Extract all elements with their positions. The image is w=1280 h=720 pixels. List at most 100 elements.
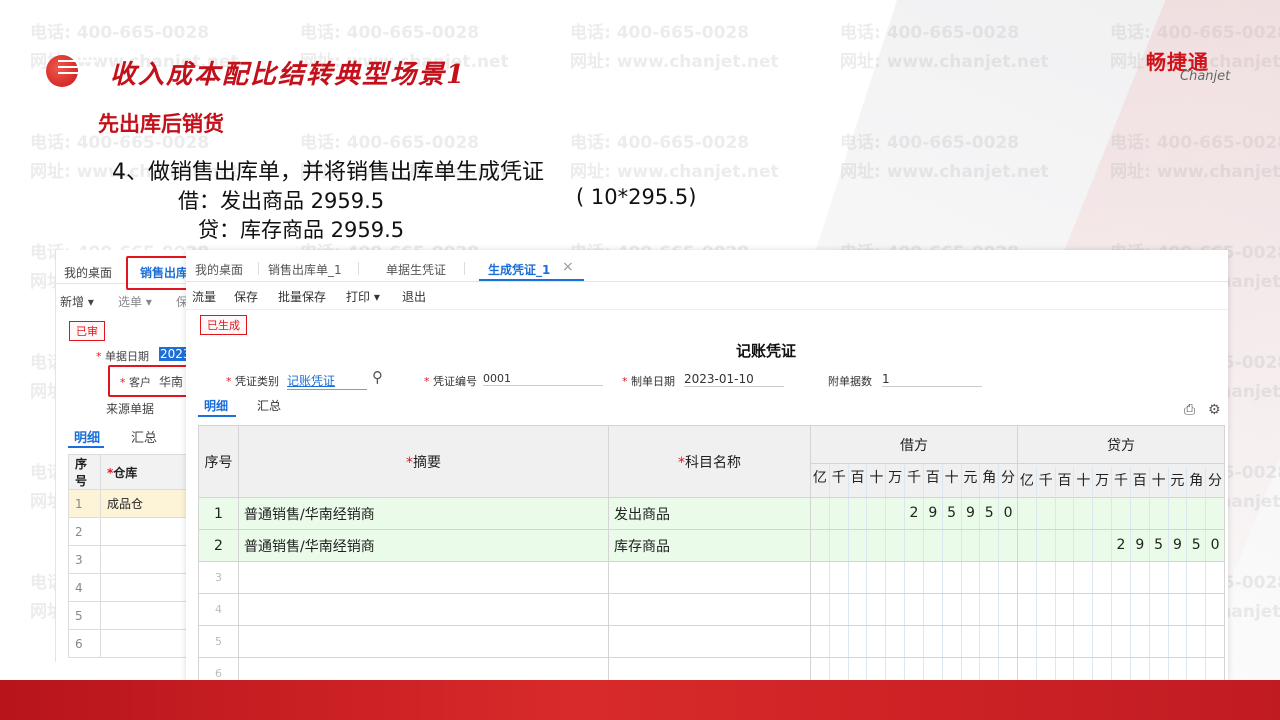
bg-table-row[interactable]: 2 <box>68 517 188 546</box>
bg-customer-value[interactable]: 华南 <box>159 373 183 390</box>
debit-digit <box>811 594 830 625</box>
voucher-row[interactable]: 3 <box>198 561 1225 594</box>
bg-subtab-summary[interactable]: 汇总 <box>131 427 157 446</box>
save-button[interactable]: 保存 <box>234 288 258 305</box>
voucher-date-input[interactable]: 2023-01-10 <box>684 372 784 387</box>
bg-table-row[interactable]: 1 成品仓 <box>68 489 188 518</box>
exit-button[interactable]: 退出 <box>402 288 426 305</box>
voucher-grid: 序号 *摘要 *科目名称 借方 贷方 亿千百十万千百十元角分 亿千百十万千百十元… <box>198 425 1225 682</box>
bg-row-warehouse[interactable] <box>100 629 188 658</box>
attachment-count-input[interactable]: 1 <box>882 372 982 387</box>
bg-row-warehouse[interactable] <box>100 517 188 546</box>
bg-row-warehouse[interactable] <box>100 573 188 602</box>
row-credit-amount[interactable]: 295950 <box>1017 529 1225 562</box>
bg-table-row[interactable]: 3 <box>68 545 188 574</box>
row-debit-amount[interactable]: 295950 <box>810 497 1018 530</box>
credit-digit <box>1093 594 1113 625</box>
credit-digit <box>1131 658 1150 682</box>
tab-sales-out-1[interactable]: 销售出库单_1 <box>268 261 342 278</box>
bg-table-row[interactable]: 5 <box>68 601 188 630</box>
subtab-detail[interactable]: 明细 <box>204 397 228 414</box>
row-summary[interactable] <box>238 593 609 626</box>
bg-tab-desktop[interactable]: 我的桌面 <box>64 264 112 281</box>
bg-date-label: * 单据日期 <box>96 350 149 363</box>
bg-col-warehouse: *仓库 <box>100 454 188 490</box>
bg-table-row[interactable]: 4 <box>68 573 188 602</box>
credit-digit <box>1187 498 1207 529</box>
credit-digit <box>1056 530 1075 561</box>
bg-new-button[interactable]: 新增 ▾ <box>60 293 94 310</box>
print-button[interactable]: 打印 ▾ <box>346 288 380 305</box>
row-account[interactable] <box>608 593 811 626</box>
row-credit-amount[interactable] <box>1017 593 1225 626</box>
row-account[interactable] <box>608 561 811 594</box>
tab-my-desktop[interactable]: 我的桌面 <box>195 261 243 278</box>
row-summary[interactable] <box>238 657 609 682</box>
credit-digit <box>1056 658 1075 682</box>
row-account[interactable] <box>608 625 811 658</box>
row-credit-amount[interactable] <box>1017 625 1225 658</box>
bg-subtab-detail[interactable]: 明细 <box>74 427 100 446</box>
row-summary[interactable] <box>238 561 609 594</box>
row-debit-amount[interactable] <box>810 593 1018 626</box>
bg-select-button[interactable]: 选单 ▾ <box>118 293 152 310</box>
export-icon[interactable]: ⎙ <box>1184 402 1195 418</box>
debit-digit <box>830 594 849 625</box>
row-credit-amount[interactable] <box>1017 497 1225 530</box>
debit-digit: 5 <box>943 498 962 529</box>
row-summary[interactable]: 普通销售/华南经销商 <box>238 529 609 562</box>
row-credit-amount[interactable] <box>1017 561 1225 594</box>
voucher-row[interactable]: 4 <box>198 593 1225 626</box>
bg-row-warehouse[interactable] <box>100 601 188 630</box>
credit-digit: 0 <box>1210 537 1220 553</box>
voucher-row[interactable]: 5 <box>198 625 1225 658</box>
debit-digit <box>905 562 924 593</box>
search-icon[interactable]: ⚲ <box>372 368 383 386</box>
digit-unit-label: 万 <box>1093 466 1113 495</box>
row-summary[interactable]: 普通销售/华南经销商 <box>238 497 609 530</box>
bg-row-no: 5 <box>68 601 101 630</box>
credit-digit <box>1018 562 1037 593</box>
row-debit-amount[interactable] <box>810 657 1018 682</box>
debit-digit <box>830 658 849 682</box>
row-debit-amount[interactable] <box>810 625 1018 658</box>
credit-digit <box>1056 498 1075 529</box>
voucher-type-input[interactable]: 记账凭证 <box>287 372 367 390</box>
row-summary[interactable] <box>238 625 609 658</box>
credit-digit <box>1112 658 1131 682</box>
credit-digit <box>1187 562 1207 593</box>
bg-row-no: 2 <box>68 517 101 546</box>
debit-digit <box>980 658 1000 682</box>
bg-row-warehouse[interactable] <box>100 545 188 574</box>
batch-save-button[interactable]: 批量保存 <box>278 288 326 305</box>
row-account[interactable]: 库存商品 <box>608 529 811 562</box>
digit-unit-label: 百 <box>1131 466 1150 495</box>
watermark-text: 电话: 400-665-0028 <box>570 23 750 43</box>
debit-digit <box>962 626 981 657</box>
row-account[interactable] <box>608 657 811 682</box>
settings-icon[interactable]: ⚙ <box>1208 402 1221 418</box>
bg-status-badge: 已审 <box>69 321 105 341</box>
subtab-underline <box>198 415 236 417</box>
credit-digit <box>1169 594 1188 625</box>
close-icon[interactable]: × <box>562 259 574 275</box>
voucher-row[interactable]: 6 <box>198 657 1225 682</box>
voucher-row[interactable]: 2 普通销售/华南经销商 库存商品 2 9 5 9 5 0 <box>198 529 1225 562</box>
row-debit-amount[interactable] <box>810 561 1018 594</box>
debit-digit <box>962 594 981 625</box>
debit-digit <box>886 658 906 682</box>
flow-button[interactable]: 流量 <box>192 288 216 305</box>
active-tab-underline <box>479 279 584 281</box>
row-credit-amount[interactable] <box>1017 657 1225 682</box>
row-debit-amount[interactable] <box>810 529 1018 562</box>
subtab-summary[interactable]: 汇总 <box>257 397 281 414</box>
digit-unit-label: 亿 <box>811 464 830 497</box>
voucher-no-input[interactable]: 0001 <box>483 372 603 386</box>
tab-doc-to-voucher[interactable]: 单据生凭证 <box>386 261 446 278</box>
bg-subtab-underline <box>68 446 104 448</box>
voucher-row[interactable]: 1 普通销售/华南经销商 发出商品 2 9 5 9 5 0 <box>198 497 1225 530</box>
bg-row-warehouse[interactable]: 成品仓 <box>100 489 188 518</box>
tab-generate-voucher[interactable]: 生成凭证_1 <box>488 261 550 278</box>
row-account[interactable]: 发出商品 <box>608 497 811 530</box>
bg-table-row[interactable]: 6 <box>68 629 188 658</box>
